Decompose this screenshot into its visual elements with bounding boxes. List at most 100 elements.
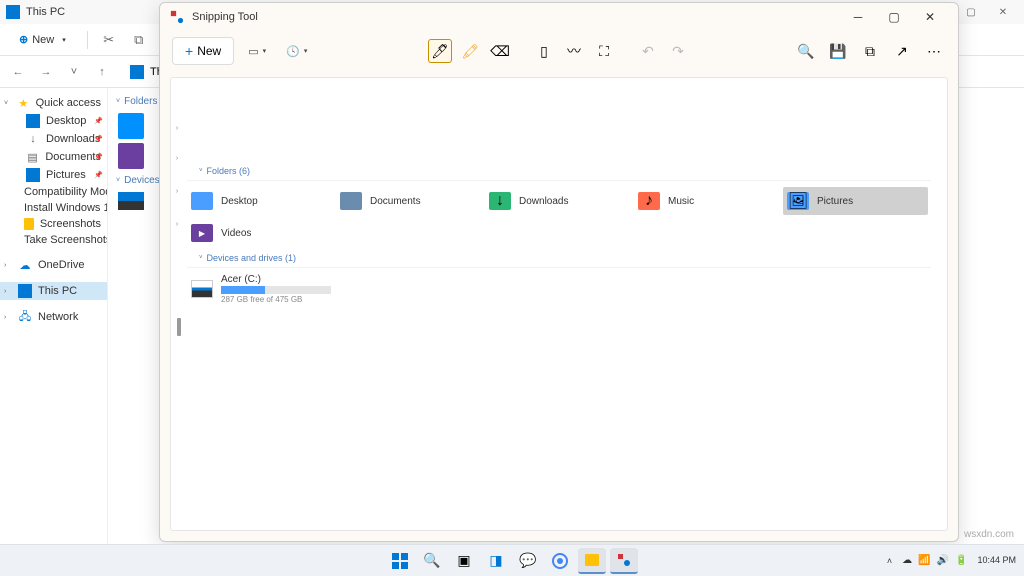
folder-videos[interactable] bbox=[118, 143, 144, 169]
start-button[interactable] bbox=[386, 548, 414, 574]
snipping-titlebar: Snipping Tool ─ ▢ ✕ bbox=[160, 3, 958, 31]
crop-tool[interactable]: ⛶ bbox=[592, 39, 616, 63]
snipping-tool-taskbar-button[interactable] bbox=[610, 548, 638, 574]
close-button[interactable]: ✕ bbox=[912, 5, 948, 29]
copy-icon[interactable]: ⧉ bbox=[130, 31, 148, 49]
sidebar-this-pc[interactable]: › This PC bbox=[0, 282, 107, 300]
onedrive-tray-icon[interactable]: ☁ bbox=[902, 555, 912, 566]
drive-icon bbox=[191, 280, 213, 298]
chrome-button[interactable] bbox=[546, 548, 574, 574]
selection-handle[interactable] bbox=[177, 318, 181, 336]
more-button[interactable]: ⋯ bbox=[922, 39, 946, 63]
up-button[interactable]: ↑ bbox=[94, 64, 110, 80]
new-button[interactable]: ⊕ New ▾ bbox=[10, 29, 75, 50]
new-snip-button[interactable]: + New bbox=[172, 37, 234, 65]
plus-icon: + bbox=[185, 43, 193, 59]
quick-access-label: Quick access bbox=[36, 97, 101, 109]
close-button[interactable]: ✕ bbox=[988, 2, 1018, 22]
task-view-button[interactable]: ▣ bbox=[450, 548, 478, 574]
highlighter-tool[interactable]: 🖍 bbox=[458, 39, 482, 63]
folder-videos[interactable]: Videos bbox=[187, 219, 332, 247]
sidebar-item-take-screenshots[interactable]: Take Screenshots bbox=[0, 232, 107, 248]
sidebar-quick-access[interactable]: ˅ ★ Quick access bbox=[0, 94, 107, 112]
folder-downloads[interactable]: ↓ Downloads bbox=[485, 187, 630, 215]
back-button[interactable]: ← bbox=[10, 64, 26, 80]
canvas-folders-row2: Videos bbox=[179, 217, 939, 249]
wifi-tray-icon[interactable]: 📶 bbox=[918, 555, 930, 566]
desktop-icon bbox=[26, 114, 40, 128]
folder-desktop[interactable]: Desktop bbox=[187, 187, 332, 215]
sidebar-item-install[interactable]: Install Windows 11 bbox=[0, 200, 107, 216]
chevron-right-icon: › bbox=[173, 155, 181, 162]
star-icon: ★ bbox=[17, 96, 29, 110]
snip-mode-dropdown[interactable]: ▭ ▾ bbox=[242, 41, 272, 62]
redo-button[interactable]: ↷ bbox=[666, 39, 690, 63]
pc-icon bbox=[130, 65, 144, 79]
forward-button[interactable]: → bbox=[38, 64, 54, 80]
chevron-right-icon: › bbox=[173, 221, 181, 228]
chevron-down-icon: ▾ bbox=[62, 36, 66, 44]
snipping-toolbar: + New ▭ ▾ 🕓 ▾ 🖊 🖍 ⌫ ▯ 〰 ⛶ ↶ ↷ 🔍 💾 ⧉ ↗ bbox=[160, 31, 958, 71]
touch-writing-tool[interactable]: ▯ bbox=[532, 39, 556, 63]
explorer-taskbar-button[interactable] bbox=[578, 548, 606, 574]
sidebar-onedrive[interactable]: › ☁ OneDrive bbox=[0, 256, 107, 274]
recent-button[interactable]: ˅ bbox=[66, 64, 82, 80]
ruler-tool[interactable]: 〰 bbox=[562, 39, 586, 63]
drive-usage-fill bbox=[221, 286, 265, 294]
pin-icon: 📌 bbox=[94, 153, 103, 161]
chevron-right-icon: › bbox=[173, 188, 181, 195]
sidebar-network[interactable]: › 🖧 Network bbox=[0, 308, 107, 326]
network-icon: 🖧 bbox=[18, 310, 32, 324]
sidebar-item-pictures[interactable]: Pictures 📌 bbox=[0, 166, 107, 184]
delay-dropdown[interactable]: 🕓 ▾ bbox=[280, 41, 313, 62]
save-button[interactable]: 💾 bbox=[826, 39, 850, 63]
onedrive-label: OneDrive bbox=[38, 259, 84, 271]
sidebar-item-label: Take Screenshots bbox=[24, 234, 108, 246]
desktop-icon bbox=[191, 192, 213, 210]
copy-button[interactable]: ⧉ bbox=[858, 39, 882, 63]
folder-music[interactable]: ♪ Music bbox=[634, 187, 779, 215]
battery-tray-icon[interactable]: 🔋 bbox=[955, 555, 967, 566]
sidebar-item-label: Install Windows 11 bbox=[24, 202, 108, 214]
folder-documents[interactable]: Documents bbox=[336, 187, 481, 215]
sidebar-item-screenshots[interactable]: Screenshots bbox=[0, 216, 107, 232]
folder-desktop[interactable] bbox=[118, 113, 144, 139]
documents-icon bbox=[340, 192, 362, 210]
taskbar-icons: 🔍 ▣ ◨ 💬 bbox=[386, 548, 638, 574]
widgets-button[interactable]: ◨ bbox=[482, 548, 510, 574]
snip-canvas: › › › › ˅ Folders (6) Desktop Documents … bbox=[170, 77, 948, 531]
undo-button[interactable]: ↶ bbox=[636, 39, 660, 63]
sidebar-item-downloads[interactable]: ↓ Downloads 📌 bbox=[0, 130, 107, 148]
download-icon: ↓ bbox=[26, 132, 40, 146]
volume-tray-icon[interactable]: 🔊 bbox=[937, 555, 949, 566]
tray-chevron-icon[interactable]: ˄ bbox=[887, 556, 892, 566]
chevron-down-icon: ▾ bbox=[304, 47, 308, 55]
time-text: 10:44 PM bbox=[977, 556, 1016, 566]
sidebar-item-label: Compatibility Mode bbox=[24, 186, 108, 198]
maximize-button[interactable]: ▢ bbox=[876, 5, 912, 29]
document-icon: ▤ bbox=[26, 150, 40, 164]
eraser-tool[interactable]: ⌫ bbox=[488, 39, 512, 63]
share-button[interactable]: ↗ bbox=[890, 39, 914, 63]
canvas-drives-header[interactable]: ˅ Devices and drives (1) bbox=[187, 249, 931, 268]
search-button[interactable]: 🔍 bbox=[418, 548, 446, 574]
sidebar-item-compat[interactable]: Compatibility Mode bbox=[0, 184, 107, 200]
ballpoint-pen-tool[interactable]: 🖊 bbox=[428, 39, 452, 63]
cut-icon[interactable]: ✂ bbox=[100, 31, 118, 49]
folder-pictures[interactable]: 🖼 Pictures bbox=[783, 187, 928, 215]
maximize-button[interactable]: ▢ bbox=[956, 2, 986, 22]
chevron-down-icon: ˅ bbox=[199, 168, 203, 174]
canvas-folders-header[interactable]: ˅ Folders (6) bbox=[187, 162, 931, 181]
snipping-title: Snipping Tool bbox=[192, 11, 258, 23]
drive-c[interactable] bbox=[118, 192, 144, 210]
sidebar-item-desktop[interactable]: Desktop 📌 bbox=[0, 112, 107, 130]
system-tray[interactable]: ☁ 📶 🔊 🔋 bbox=[902, 555, 967, 566]
drive-c[interactable]: Acer (C:) 287 GB free of 475 GB bbox=[179, 272, 939, 306]
taskbar-clock[interactable]: 10:44 PM bbox=[977, 556, 1016, 566]
sidebar-item-label: Documents bbox=[45, 151, 101, 163]
canvas-left-chevrons: › › › › bbox=[173, 114, 181, 238]
minimize-button[interactable]: ─ bbox=[840, 5, 876, 29]
zoom-button[interactable]: 🔍 bbox=[794, 39, 818, 63]
sidebar-item-documents[interactable]: ▤ Documents 📌 bbox=[0, 148, 107, 166]
chat-button[interactable]: 💬 bbox=[514, 548, 542, 574]
